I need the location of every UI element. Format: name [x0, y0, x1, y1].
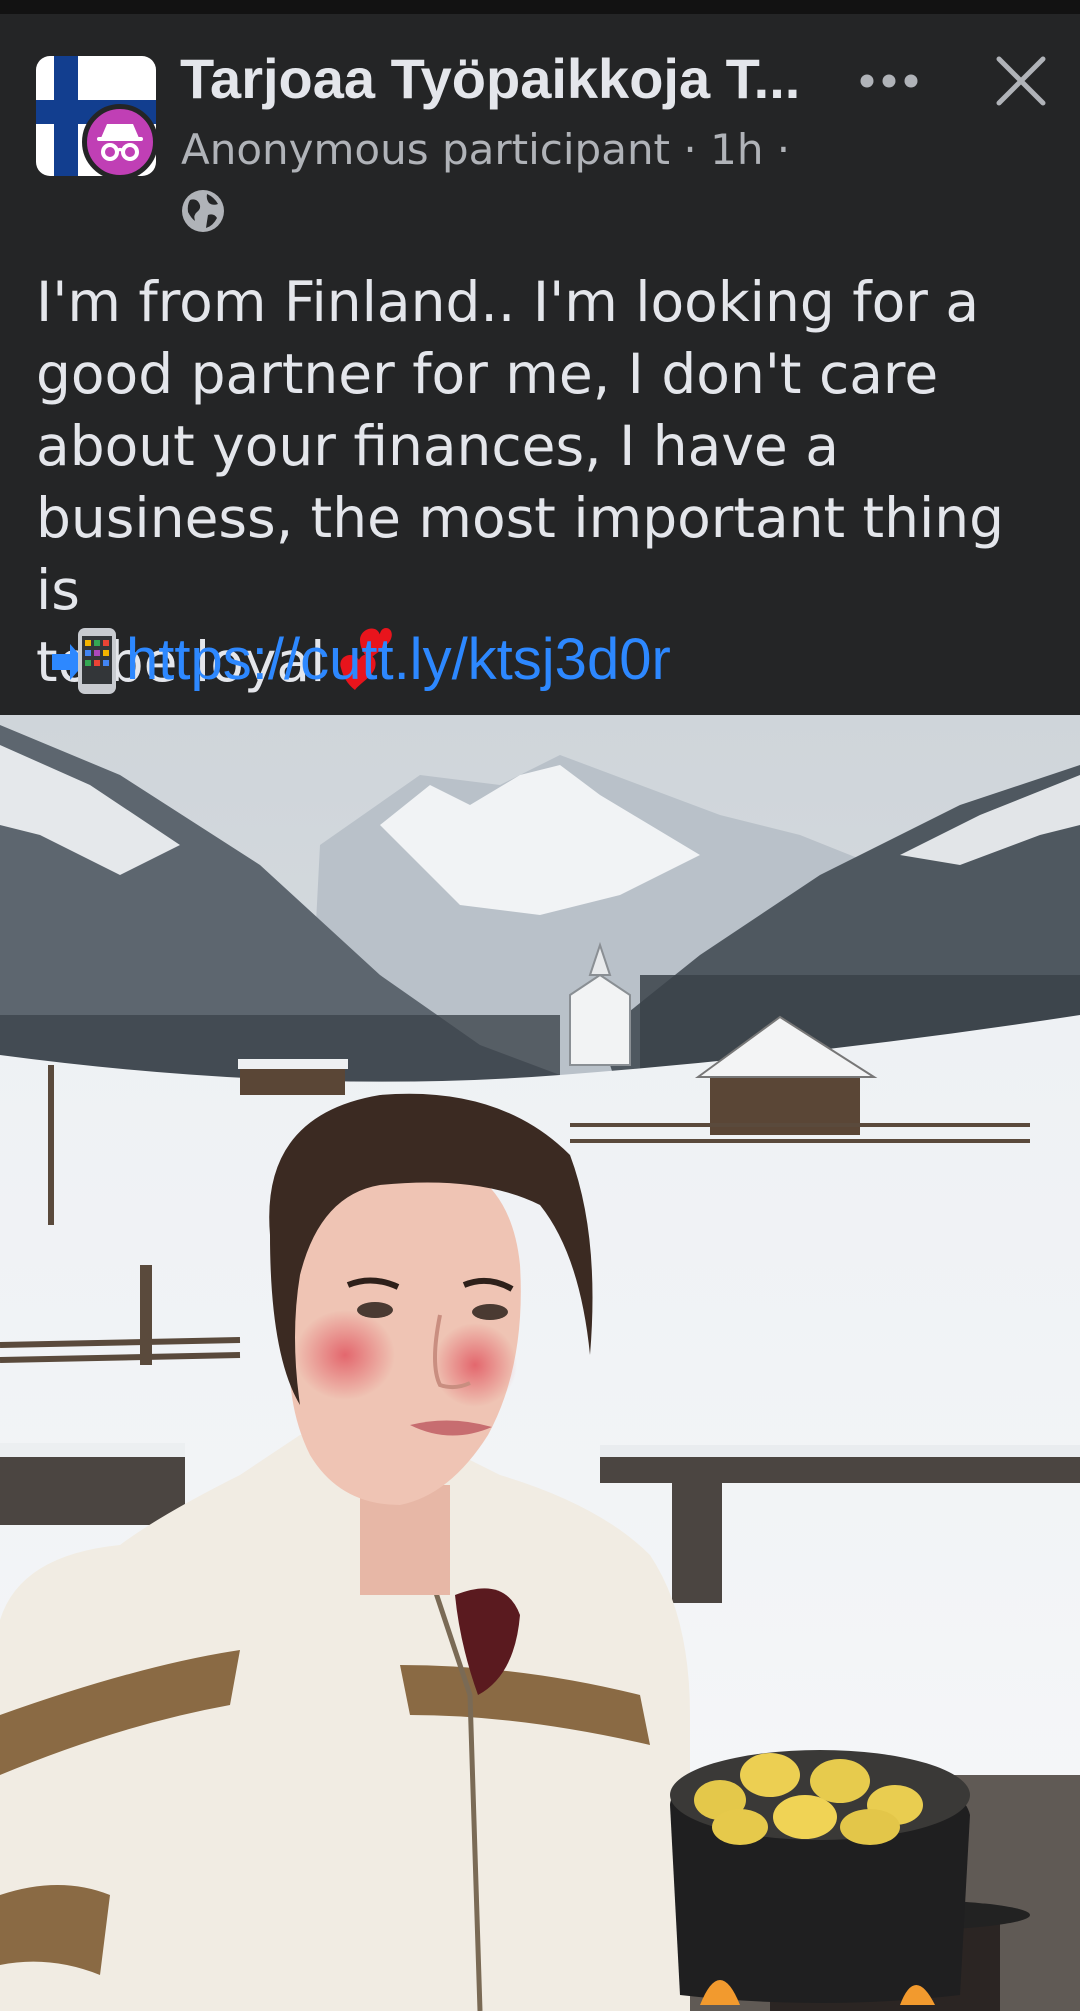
post-photo[interactable] [0, 715, 1080, 2011]
post-body-line: good partner for me, I don't care [36, 342, 939, 406]
globe-icon [182, 190, 224, 232]
post-body-line: I'm from Finland.. I'm looking for a [36, 270, 980, 334]
incognito-icon [82, 104, 158, 180]
post-body-line: about your finances, I have a [36, 414, 839, 478]
post-link[interactable]: https://cutt.ly/ktsj3d0r [126, 624, 671, 696]
group-name[interactable]: Tarjoaa Työpaikkoja T... [180, 44, 820, 114]
post-link-line: https://cutt.ly/ktsj3d0r [50, 624, 1050, 696]
post-avatar[interactable] [36, 56, 160, 182]
meta-separator: · [683, 125, 711, 174]
more-horizontal-icon [860, 74, 918, 88]
meta-separator: · [776, 125, 791, 174]
status-strip [0, 0, 1080, 14]
post-card: Tarjoaa Työpaikkoja T... Anonymous parti… [0, 14, 1080, 715]
post-time[interactable]: 1h [710, 125, 763, 174]
post-meta: Anonymous participant · 1h · [181, 122, 841, 178]
author-name[interactable]: Anonymous participant [181, 125, 670, 174]
close-icon [996, 56, 1046, 106]
more-options-button[interactable] [856, 56, 922, 106]
close-button[interactable] [990, 50, 1052, 112]
post-body-line: business, the most important thing is [36, 486, 1005, 622]
mobile-arrow-emoji [52, 628, 116, 694]
